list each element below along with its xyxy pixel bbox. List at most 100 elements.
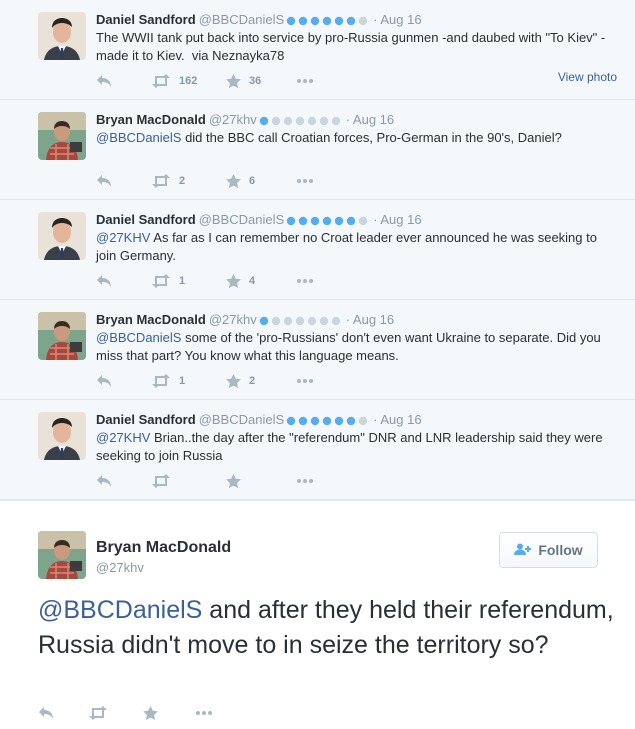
follow-label: Follow (538, 542, 583, 558)
avatar[interactable] (38, 12, 86, 60)
mention-link[interactable]: @BBCDanielS (38, 596, 202, 624)
favorite-count: 6 (249, 175, 256, 187)
avatar[interactable] (38, 531, 86, 579)
more-icon (296, 278, 314, 284)
retweet-count: 1 (179, 275, 186, 287)
retweet-icon (151, 274, 171, 288)
more-button[interactable] (195, 704, 213, 722)
author-handle[interactable]: @27khv (209, 312, 257, 327)
tweet-actions: 26 (96, 172, 616, 190)
reply-icon (96, 374, 112, 388)
view-photo-link[interactable]: View photo (558, 70, 617, 84)
reply-button[interactable] (96, 172, 112, 190)
tweet-actions (96, 472, 616, 490)
tweet-actions: 162 36 (96, 72, 616, 90)
favorite-button[interactable] (226, 472, 241, 490)
mention-link[interactable]: @BBCDanielS (96, 330, 181, 345)
favorite-icon (226, 374, 241, 388)
author-name[interactable]: Daniel Sandford (96, 12, 196, 27)
retweet-icon (151, 74, 171, 88)
tweet-text: @BBCDanielS did the BBC call Croatian fo… (96, 129, 616, 147)
retweet-icon (151, 474, 171, 488)
avatar[interactable] (38, 112, 86, 160)
verified-badge-icon (286, 416, 368, 425)
retweet-button[interactable] (151, 472, 171, 490)
thread-tweet[interactable]: Daniel Sandford @BBCDanielS · Aug 16 The WW… (0, 0, 635, 100)
tweet-actions: 12 (96, 372, 616, 390)
focused-tweet: Bryan MacDonald @27khv Follow @BBCDaniel… (0, 500, 635, 729)
favorite-button[interactable]: 2 (226, 372, 255, 390)
favorite-button[interactable]: 6 (226, 172, 255, 190)
favorite-button[interactable]: 36 (226, 72, 261, 90)
mention-link[interactable]: @BBCDanielS (96, 130, 181, 145)
tweet-date[interactable]: · Aug 16 (346, 312, 394, 327)
reply-button[interactable] (38, 704, 54, 722)
tweet-header: Bryan MacDonald @27khv · Aug 16 (96, 112, 394, 128)
avatar[interactable] (38, 312, 86, 360)
tweet-date[interactable]: · Aug 16 (373, 12, 421, 27)
more-button[interactable] (296, 72, 314, 90)
tweet-header: Bryan MacDonald @27khv · Aug 16 (96, 312, 394, 328)
tweet-date[interactable]: · Aug 16 (373, 412, 421, 427)
favorite-count: 4 (249, 275, 256, 287)
thread-tweet[interactable]: Bryan MacDonald @27khv · Aug 16 @BBCDanielS… (0, 300, 635, 400)
reply-button[interactable] (96, 272, 112, 290)
retweet-icon (151, 174, 171, 188)
thread-tweet[interactable]: Bryan MacDonald @27khv · Aug 16 @BBCDanielS… (0, 100, 635, 200)
tweet-actions: 14 (96, 272, 616, 290)
retweet-button[interactable]: 2 (151, 172, 185, 190)
verified-badge-icon (259, 116, 340, 125)
reply-button[interactable] (96, 72, 112, 90)
retweet-icon (151, 374, 171, 388)
favorite-count: 36 (249, 75, 262, 87)
avatar[interactable] (38, 212, 86, 260)
more-icon (296, 78, 314, 84)
retweet-button[interactable]: 1 (151, 272, 185, 290)
author-handle[interactable]: @BBCDanielS (199, 212, 284, 227)
tweet-body: did the BBC call Croatian forces, Pro-Ge… (181, 130, 562, 145)
favorite-icon (226, 74, 241, 88)
author-name[interactable]: Bryan MacDonald (96, 112, 206, 127)
more-button[interactable] (296, 472, 314, 490)
author-name[interactable]: Bryan MacDonald (96, 312, 206, 327)
more-button[interactable] (296, 372, 314, 390)
favorite-count: 2 (249, 375, 256, 387)
tweet-header: Daniel Sandford @BBCDanielS · Aug 16 (96, 12, 422, 28)
tweet-date[interactable]: · Aug 16 (373, 212, 421, 227)
retweet-button[interactable]: 1 (151, 372, 185, 390)
retweet-button[interactable] (88, 704, 108, 722)
author-handle[interactable]: @27khv (209, 112, 257, 127)
author-handle[interactable]: @BBCDanielS (199, 412, 284, 427)
author-name[interactable]: Bryan MacDonald (96, 539, 231, 557)
thread-tweet[interactable]: Daniel Sandford @BBCDanielS · Aug 16 @27KHV… (0, 200, 635, 300)
mention-link[interactable]: @27KHV (96, 230, 150, 245)
favorite-icon (143, 706, 158, 720)
author-handle[interactable]: @BBCDanielS (199, 12, 284, 27)
author-handle[interactable]: @27khv (96, 560, 144, 575)
more-button[interactable] (296, 172, 314, 190)
mention-link[interactable]: @27KHV (96, 430, 150, 445)
favorite-button[interactable] (143, 704, 158, 722)
reply-icon (38, 706, 54, 720)
reply-button[interactable] (96, 372, 112, 390)
reply-button[interactable] (96, 472, 112, 490)
tweet-text: The WWII tank put back into service by p… (96, 29, 616, 65)
more-icon (296, 178, 314, 184)
follow-person-icon (514, 542, 532, 558)
tweet-body: Brian..the day after the "referendum" DN… (96, 430, 607, 463)
more-button[interactable] (296, 272, 314, 290)
reply-icon (96, 474, 112, 488)
retweet-button[interactable]: 162 (151, 72, 197, 90)
favorite-button[interactable]: 4 (226, 272, 255, 290)
tweet-header: Daniel Sandford @BBCDanielS · Aug 16 (96, 412, 422, 428)
verified-badge-icon (286, 16, 368, 25)
verified-badge-icon (259, 316, 340, 325)
tweet-date[interactable]: · Aug 16 (346, 112, 394, 127)
thread-tweet[interactable]: Daniel Sandford @BBCDanielS · Aug 16 @27KHV… (0, 400, 635, 500)
reply-icon (96, 174, 112, 188)
author-name[interactable]: Daniel Sandford (96, 412, 196, 427)
verified-badge-icon (286, 216, 368, 225)
follow-button[interactable]: Follow (499, 532, 598, 568)
author-name[interactable]: Daniel Sandford (96, 212, 196, 227)
avatar[interactable] (38, 412, 86, 460)
